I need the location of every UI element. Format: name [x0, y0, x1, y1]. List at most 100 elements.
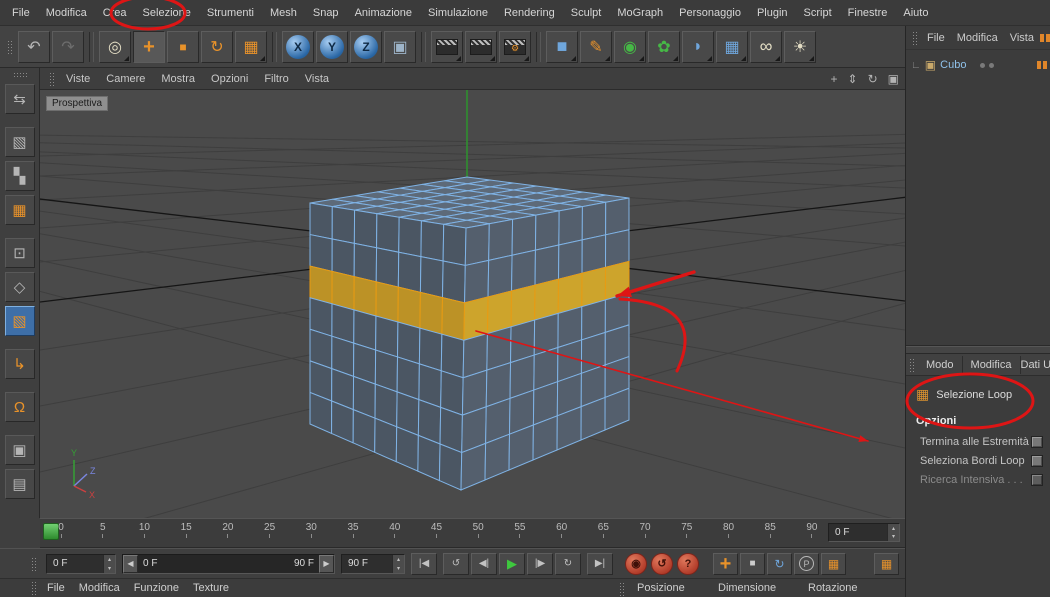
frame-spinner[interactable]: 0 F ▴ ▾ — [46, 553, 116, 574]
coordinate-menu-item[interactable]: File — [40, 580, 72, 596]
step-back-button[interactable]: ◀| — [471, 552, 497, 575]
attribute-tab-right[interactable]: Dati U — [1021, 359, 1050, 371]
transport-grip[interactable] — [31, 556, 37, 571]
attribute-manager-grip[interactable] — [909, 357, 915, 372]
object-manager-menu-item[interactable]: File — [921, 30, 951, 46]
frame-spinner-value[interactable]: 0 F — [47, 555, 103, 573]
edges-mode-button[interactable]: ◇ — [4, 272, 35, 302]
cloner-button[interactable]: ✿ — [648, 30, 680, 63]
camera-button[interactable]: ∞ — [750, 30, 782, 63]
quantize-button[interactable]: ▤ — [4, 469, 35, 499]
lock-workplane-button[interactable]: ▣ — [4, 435, 35, 465]
object-layer-icon[interactable] — [1037, 61, 1047, 69]
coordinate-menu-item[interactable]: Modifica — [72, 580, 127, 596]
spin-up-icon[interactable]: ▴ — [393, 555, 404, 564]
play-reverse-button[interactable]: ↺ — [443, 552, 469, 575]
terminate-at-ends-checkbox[interactable] — [1031, 435, 1043, 448]
points-mode-button[interactable]: ⊡ — [4, 238, 35, 268]
key-scale-button[interactable]: ■ — [740, 552, 765, 575]
menu-item[interactable]: Simulazione — [420, 3, 496, 23]
viewport-menu-item[interactable]: Filtro — [256, 71, 296, 87]
mode-toolbar-grip[interactable] — [12, 72, 27, 78]
range-end-spinner-value[interactable]: 90 F — [342, 555, 392, 573]
object-name[interactable]: Cubo — [940, 59, 966, 71]
goto-start-button[interactable]: |◀ — [411, 552, 437, 575]
menu-item[interactable]: Selezione — [135, 3, 199, 23]
key-rotation-button[interactable]: ↻ — [767, 552, 792, 575]
menu-item[interactable]: MoGraph — [609, 3, 671, 23]
range-end-spinner[interactable]: 90 F ▴ ▾ — [341, 553, 405, 574]
viewport-zoom-icon[interactable]: ⇕ — [848, 72, 858, 86]
record-help-button[interactable]: ? — [677, 552, 699, 575]
spin-down-icon[interactable]: ▾ — [393, 564, 404, 573]
coordinate-menu-item[interactable]: Texture — [186, 580, 236, 596]
coordinate-menu-item[interactable]: Funzione — [127, 580, 186, 596]
play-loop-button[interactable]: ↻ — [555, 552, 581, 575]
keyframe-selection-button[interactable]: ▦ — [821, 552, 846, 575]
texture-mode-button[interactable]: ▚ — [4, 161, 35, 191]
viewport-pan-icon[interactable]: + — [831, 72, 838, 86]
record-mode-button[interactable]: ↺ — [651, 552, 673, 575]
z-axis-lock-button[interactable]: Z — [350, 30, 382, 63]
select-loop-edges-checkbox[interactable] — [1031, 454, 1043, 467]
subdivision-surface-button[interactable]: ◉ — [614, 30, 646, 63]
render-settings-button[interactable]: ⚙ — [499, 30, 531, 63]
primitive-cube-button[interactable]: ■ — [546, 30, 578, 63]
autokey-toggle-button[interactable]: ▦ — [874, 552, 899, 575]
menu-item[interactable]: Modifica — [38, 3, 95, 23]
current-frame-value[interactable]: 0 F — [829, 524, 887, 541]
range-end-handle[interactable]: ▶ — [319, 554, 334, 573]
scale-tool-button[interactable]: ■ — [167, 30, 199, 63]
object-manager-grip[interactable] — [912, 30, 918, 45]
key-parameter-button[interactable]: P — [794, 552, 819, 575]
spin-up-icon[interactable]: ▴ — [104, 555, 115, 564]
toolbar-grip[interactable] — [7, 39, 13, 54]
menu-item[interactable]: Snap — [305, 3, 347, 23]
render-view-button[interactable] — [431, 30, 463, 63]
viewport-menu-item[interactable]: Opzioni — [203, 71, 256, 87]
range-start-handle[interactable]: ◀ — [123, 554, 138, 573]
panel-splitter[interactable] — [906, 346, 1050, 354]
timeline-ruler[interactable]: 0 5 10 15 20 25 30 35 40 45 50 55 60 65 70 75 80 85 90 0 F… — [40, 518, 905, 548]
menu-item[interactable]: Aiuto — [895, 3, 936, 23]
floor-button[interactable]: ▦ — [716, 30, 748, 63]
coordinate-columns-grip[interactable] — [619, 582, 625, 596]
menu-item[interactable]: Rendering — [496, 3, 563, 23]
step-forward-button[interactable]: |▶ — [527, 552, 553, 575]
record-keyframe-button[interactable]: ◉ — [625, 552, 647, 575]
visibility-dot-editor[interactable] — [980, 62, 986, 68]
light-button[interactable]: ☀ — [784, 30, 816, 63]
deformer-button[interactable]: ◗ — [682, 30, 714, 63]
axis-mode-button[interactable]: ↳ — [4, 349, 35, 379]
make-editable-button[interactable]: ⇆ — [4, 84, 35, 114]
model-mode-button[interactable]: ▧ — [4, 127, 35, 157]
current-frame-field[interactable]: 0 F ▴ ▾ — [828, 523, 900, 542]
menu-item[interactable]: Animazione — [347, 3, 420, 23]
viewport-rotate-icon[interactable]: ↻ — [868, 72, 878, 86]
menu-item[interactable]: File — [4, 3, 38, 23]
workplane-mode-button[interactable]: ▦ — [4, 195, 35, 225]
visibility-dots[interactable] — [980, 62, 995, 68]
goto-end-button[interactable]: ▶| — [587, 552, 613, 575]
spin-down-icon[interactable]: ▾ — [104, 564, 115, 573]
visibility-dot-render[interactable] — [989, 62, 995, 68]
coordinate-system-button[interactable]: ▣ — [384, 30, 416, 63]
redo-button[interactable]: ↷ — [52, 30, 84, 63]
rotate-tool-button[interactable]: ↻ — [201, 30, 233, 63]
polygons-mode-button[interactable]: ▧ — [4, 306, 35, 336]
object-row[interactable]: ∟ ▣ Cubo — [906, 55, 1050, 75]
menu-item[interactable]: Plugin — [749, 3, 796, 23]
x-axis-lock-button[interactable]: X — [282, 30, 314, 63]
attribute-tab[interactable]: Modo — [918, 355, 963, 374]
coordinate-bar-grip[interactable] — [31, 581, 37, 595]
intensive-search-checkbox[interactable] — [1031, 473, 1043, 486]
object-manager[interactable]: ∟ ▣ Cubo — [906, 50, 1050, 346]
object-manager-menu-item[interactable]: Modifica — [951, 30, 1004, 46]
viewport-menu-item[interactable]: Camere — [98, 71, 153, 87]
viewport-menubar-grip[interactable] — [49, 71, 55, 86]
snap-toggle-button[interactable]: Ω — [4, 392, 35, 422]
viewport-menu-item[interactable]: Viste — [58, 71, 98, 87]
last-tool-button[interactable]: ▦ — [235, 30, 267, 63]
render-picture-viewer-button[interactable] — [465, 30, 497, 63]
menu-item[interactable]: Crea — [95, 3, 135, 23]
